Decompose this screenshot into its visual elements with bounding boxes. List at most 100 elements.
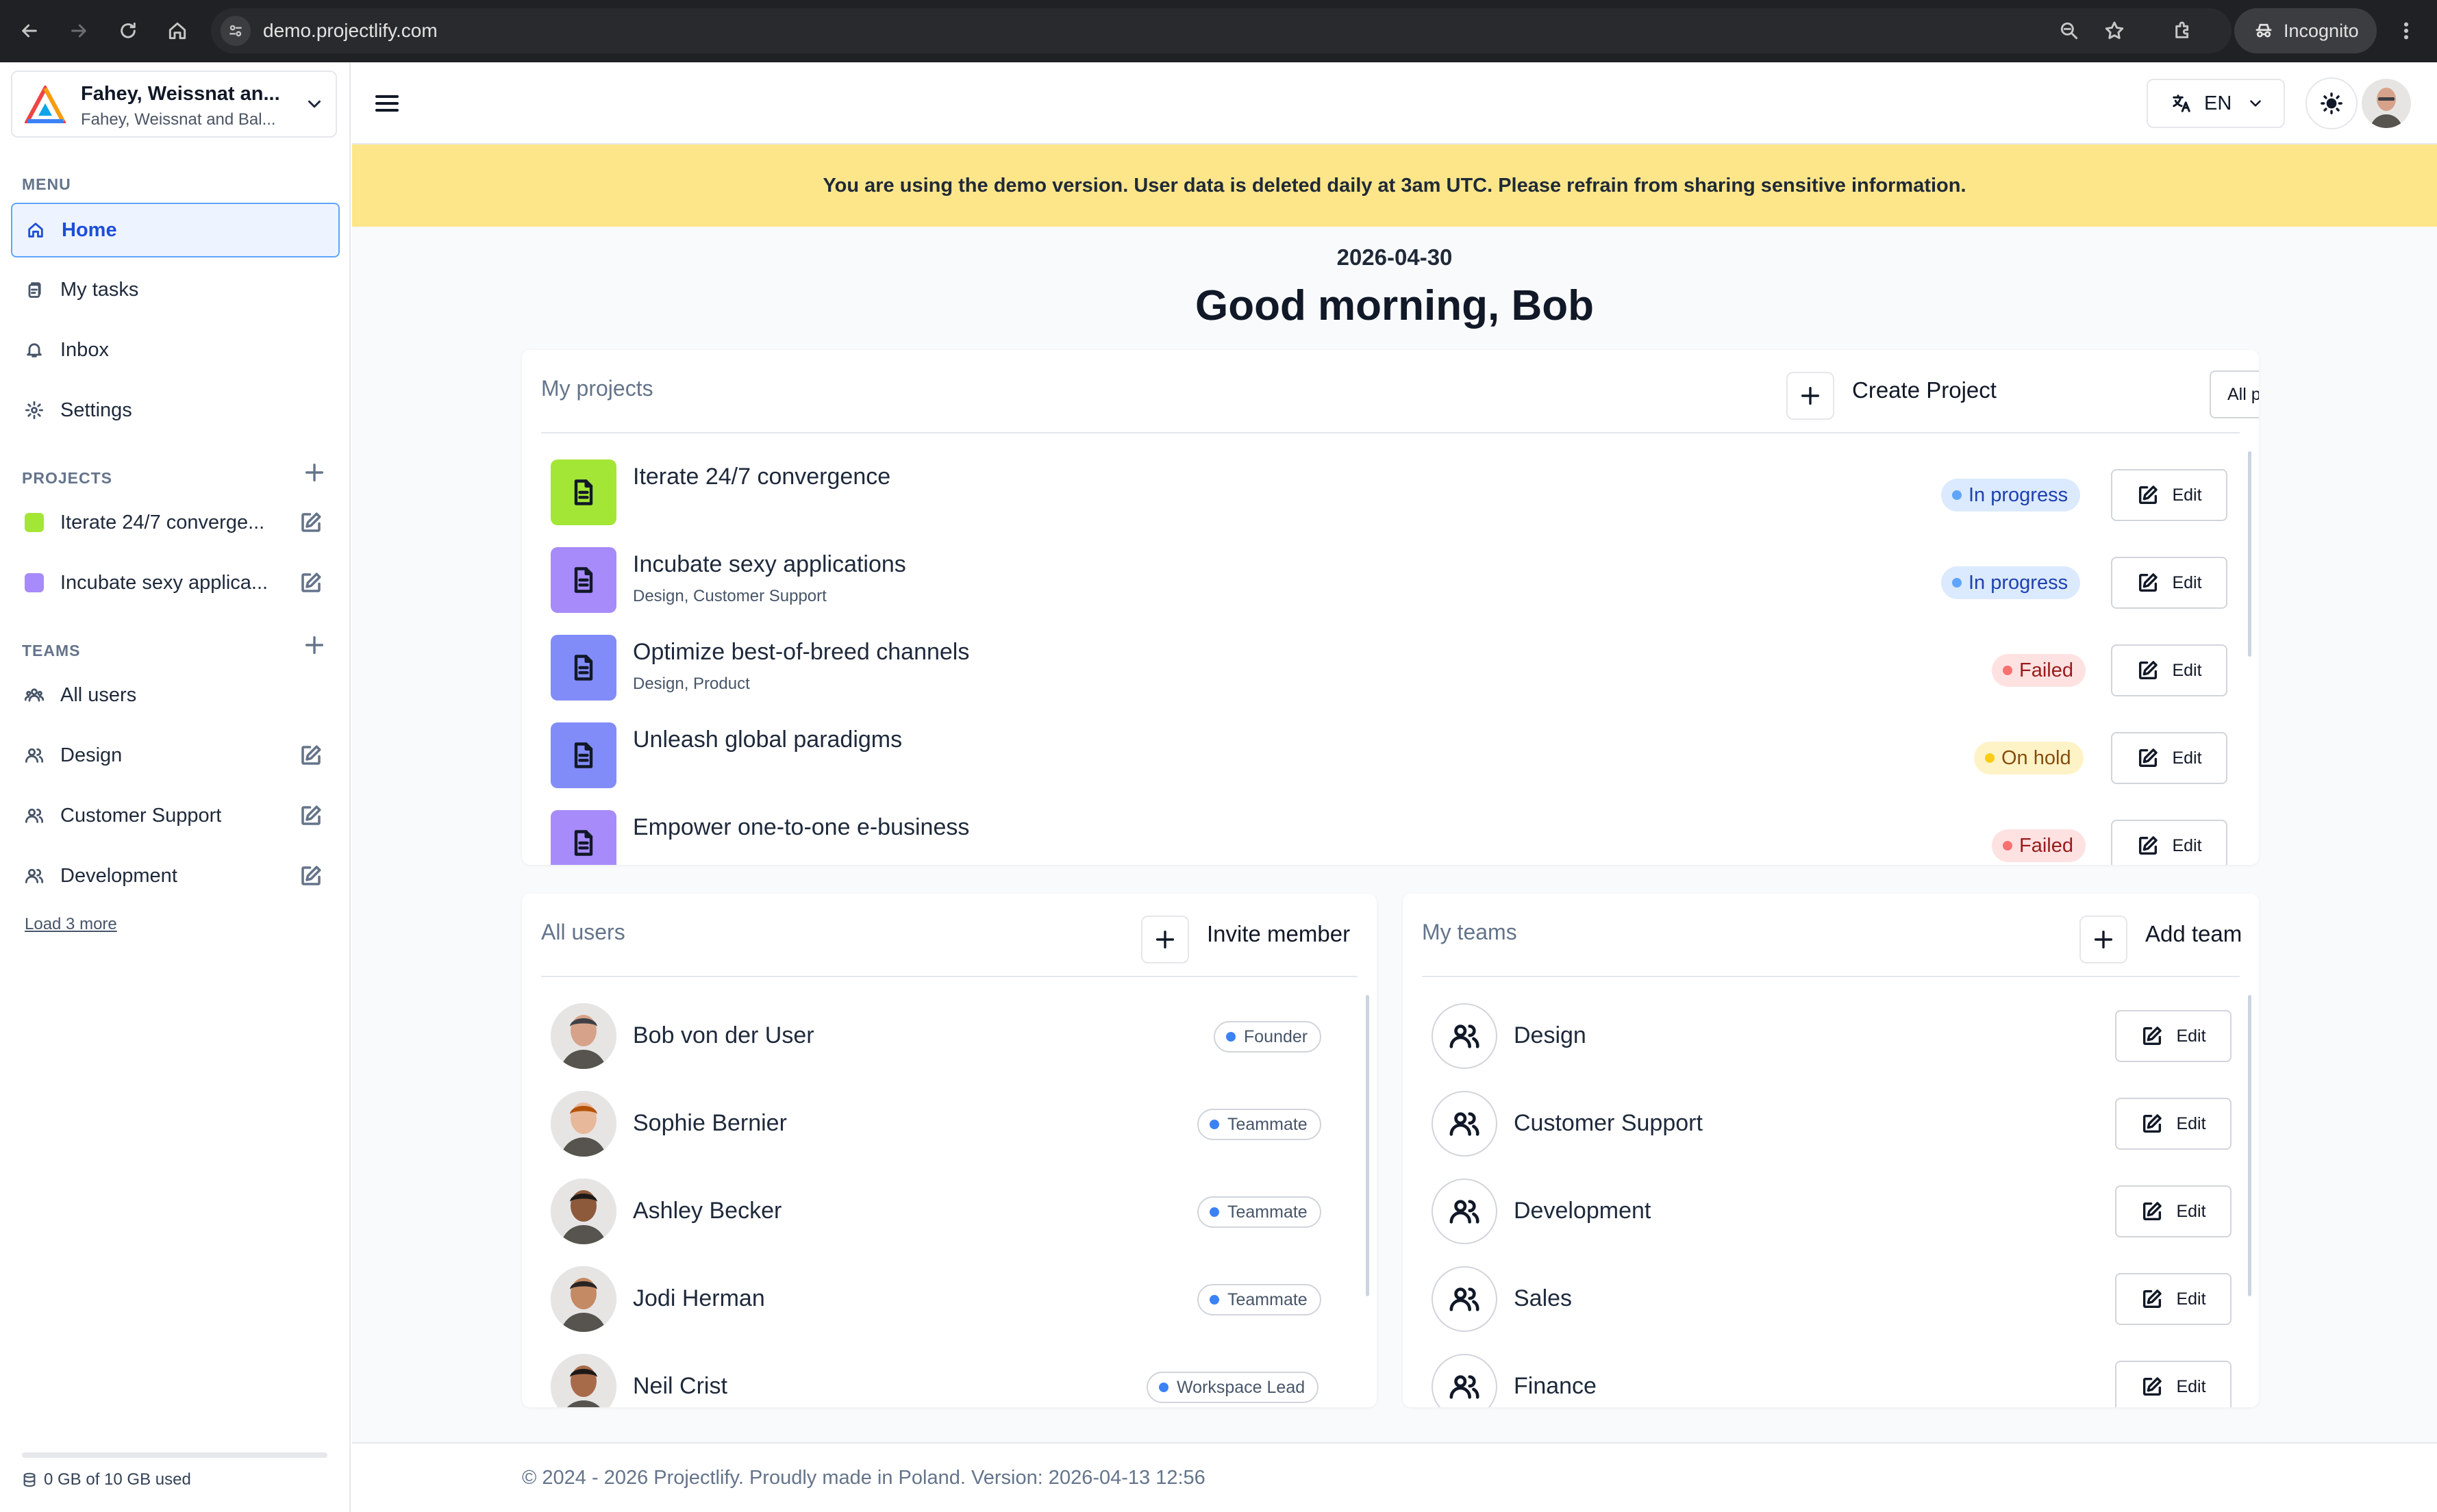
load-more-link[interactable]: Load 3 more — [25, 915, 117, 934]
site-info-icon[interactable] — [221, 16, 251, 46]
reload-icon[interactable] — [112, 15, 144, 47]
edit-icon[interactable] — [299, 570, 323, 595]
user-name[interactable]: Sophie Bernier — [633, 1110, 787, 1137]
projects-section-label: PROJECTS — [22, 469, 112, 487]
url-text[interactable]: demo.projectlify.com — [263, 20, 438, 42]
home-icon[interactable] — [162, 15, 193, 47]
sidebar-item-team[interactable]: Design — [11, 728, 340, 783]
address-bar[interactable]: demo.projectlify.com — [211, 8, 2232, 53]
project-title[interactable]: Unleash global paradigms — [633, 727, 902, 753]
edit-team-button[interactable]: Edit — [2115, 1098, 2232, 1150]
zoom-icon[interactable] — [2053, 15, 2085, 47]
tasks-icon — [25, 280, 44, 299]
role-badge: Workspace Lead — [1147, 1372, 1319, 1403]
edit-team-button[interactable]: Edit — [2115, 1010, 2232, 1062]
edit-project-button[interactable]: Edit — [2111, 644, 2227, 696]
user-row[interactable]: Jodi Herman Teammate — [522, 1257, 1351, 1344]
add-team-label[interactable]: Add team — [2145, 921, 2242, 947]
sidebar-item-home[interactable]: Home — [11, 203, 340, 257]
sidebar-item-team[interactable]: Customer Support — [11, 788, 340, 843]
user-row[interactable]: Bob von der User Founder — [522, 994, 1351, 1081]
role-label: Teammate — [1227, 1114, 1308, 1134]
user-row[interactable]: Neil Crist Workspace Lead — [522, 1344, 1351, 1407]
sidebar-item-project[interactable]: Incubate sexy applica... — [11, 555, 340, 610]
back-icon[interactable] — [14, 15, 45, 47]
edit-label: Edit — [2176, 1289, 2206, 1309]
project-title[interactable]: Optimize best-of-breed channels — [633, 639, 969, 666]
team-name[interactable]: Development — [1514, 1198, 1651, 1224]
home-icon — [26, 220, 45, 240]
sidebar-item-project[interactable]: Iterate 24/7 converge... — [11, 495, 340, 550]
incognito-indicator[interactable]: Incognito — [2234, 8, 2377, 53]
project-title[interactable]: Incubate sexy applications — [633, 551, 906, 578]
edit-icon[interactable] — [299, 510, 323, 535]
edit-icon[interactable] — [299, 803, 323, 828]
team-name[interactable]: Design — [1514, 1022, 1586, 1049]
user-name[interactable]: Neil Crist — [633, 1373, 727, 1400]
sidebar-item-my-tasks[interactable]: My tasks — [11, 262, 340, 317]
bookmark-star-icon[interactable] — [2099, 15, 2130, 47]
sidebar: Fahey, Weissnat an... Fahey, Weissnat an… — [0, 62, 351, 1512]
role-label: Teammate — [1227, 1289, 1308, 1309]
edit-project-button[interactable]: Edit — [2111, 469, 2227, 521]
user-name[interactable]: Ashley Becker — [633, 1198, 782, 1224]
project-row[interactable]: Incubate sexy applications Design, Custom… — [522, 540, 2259, 628]
edit-icon[interactable] — [299, 864, 323, 888]
add-team-button[interactable] — [2079, 916, 2127, 963]
project-row[interactable]: Iterate 24/7 convergence In progress Edit — [522, 453, 2259, 540]
more-icon[interactable] — [2390, 15, 2422, 47]
edit-project-button[interactable]: Edit — [2111, 820, 2227, 865]
add-team-icon[interactable] — [303, 633, 326, 657]
forward-icon[interactable] — [63, 15, 95, 47]
sidebar-item-inbox[interactable]: Inbox — [11, 323, 340, 377]
team-name[interactable]: Customer Support — [1514, 1110, 1703, 1137]
project-row[interactable]: Unleash global paradigms On hold Edit — [522, 716, 2259, 803]
team-row[interactable]: Customer Support Edit — [1403, 1081, 2256, 1169]
extensions-icon[interactable] — [2167, 15, 2199, 47]
project-icon — [551, 547, 616, 613]
edit-icon[interactable] — [299, 743, 323, 768]
edit-project-button[interactable]: Edit — [2111, 732, 2227, 784]
sidebar-item-settings[interactable]: Settings — [11, 383, 340, 438]
team-row[interactable]: Sales Edit — [1403, 1257, 2256, 1344]
sidebar-item-all-users[interactable]: All users — [11, 668, 340, 722]
workspace-switcher[interactable]: Fahey, Weissnat an... Fahey, Weissnat an… — [11, 71, 337, 138]
sidebar-item-team[interactable]: Development — [11, 848, 340, 903]
user-name[interactable]: Bob von der User — [633, 1022, 814, 1049]
edit-team-button[interactable]: Edit — [2115, 1273, 2232, 1325]
edit-project-button[interactable]: Edit — [2111, 557, 2227, 609]
create-project-label[interactable]: Create Project — [1852, 377, 1997, 403]
hamburger-menu-icon[interactable] — [373, 90, 401, 117]
users-scrollbar[interactable] — [1366, 995, 1369, 1296]
team-row[interactable]: Development Edit — [1403, 1169, 2256, 1257]
add-project-icon[interactable] — [303, 461, 326, 484]
invite-member-button[interactable] — [1141, 916, 1189, 963]
user-avatar[interactable] — [2362, 79, 2411, 128]
edit-team-button[interactable]: Edit — [2115, 1361, 2232, 1407]
team-row[interactable]: Finance Edit — [1403, 1344, 2256, 1407]
project-row[interactable]: Empower one-to-one e-business Failed Edit — [522, 803, 2259, 865]
users-card: All users Invite member Bob von der User… — [522, 894, 1377, 1407]
project-title[interactable]: Empower one-to-one e-business — [633, 814, 969, 841]
team-name[interactable]: Sales — [1514, 1285, 1572, 1312]
edit-label: Edit — [2176, 1026, 2206, 1046]
projects-scrollbar[interactable] — [2248, 451, 2251, 657]
invite-member-label[interactable]: Invite member — [1207, 921, 1350, 947]
status-dot — [2003, 666, 2012, 675]
menu-section-label: MENU — [22, 175, 71, 193]
language-selector[interactable]: EN — [2147, 79, 2285, 128]
project-filter-select[interactable]: All projects — [2210, 370, 2259, 418]
create-project-button[interactable] — [1786, 372, 1834, 420]
project-title[interactable]: Iterate 24/7 convergence — [633, 464, 890, 490]
edit-team-button[interactable]: Edit — [2115, 1185, 2232, 1237]
team-row[interactable]: Design Edit — [1403, 994, 2256, 1081]
theme-toggle-button[interactable] — [2305, 77, 2358, 129]
team-name[interactable]: Finance — [1514, 1373, 1597, 1400]
user-row[interactable]: Sophie Bernier Teammate — [522, 1081, 1351, 1169]
user-name[interactable]: Jodi Herman — [633, 1285, 765, 1312]
project-row[interactable]: Optimize best-of-breed channels Design, P… — [522, 628, 2259, 716]
user-row[interactable]: Ashley Becker Teammate — [522, 1169, 1351, 1257]
edit-label: Edit — [2176, 1113, 2206, 1133]
user-avatar — [551, 1354, 616, 1407]
teams-scrollbar[interactable] — [2248, 995, 2251, 1296]
